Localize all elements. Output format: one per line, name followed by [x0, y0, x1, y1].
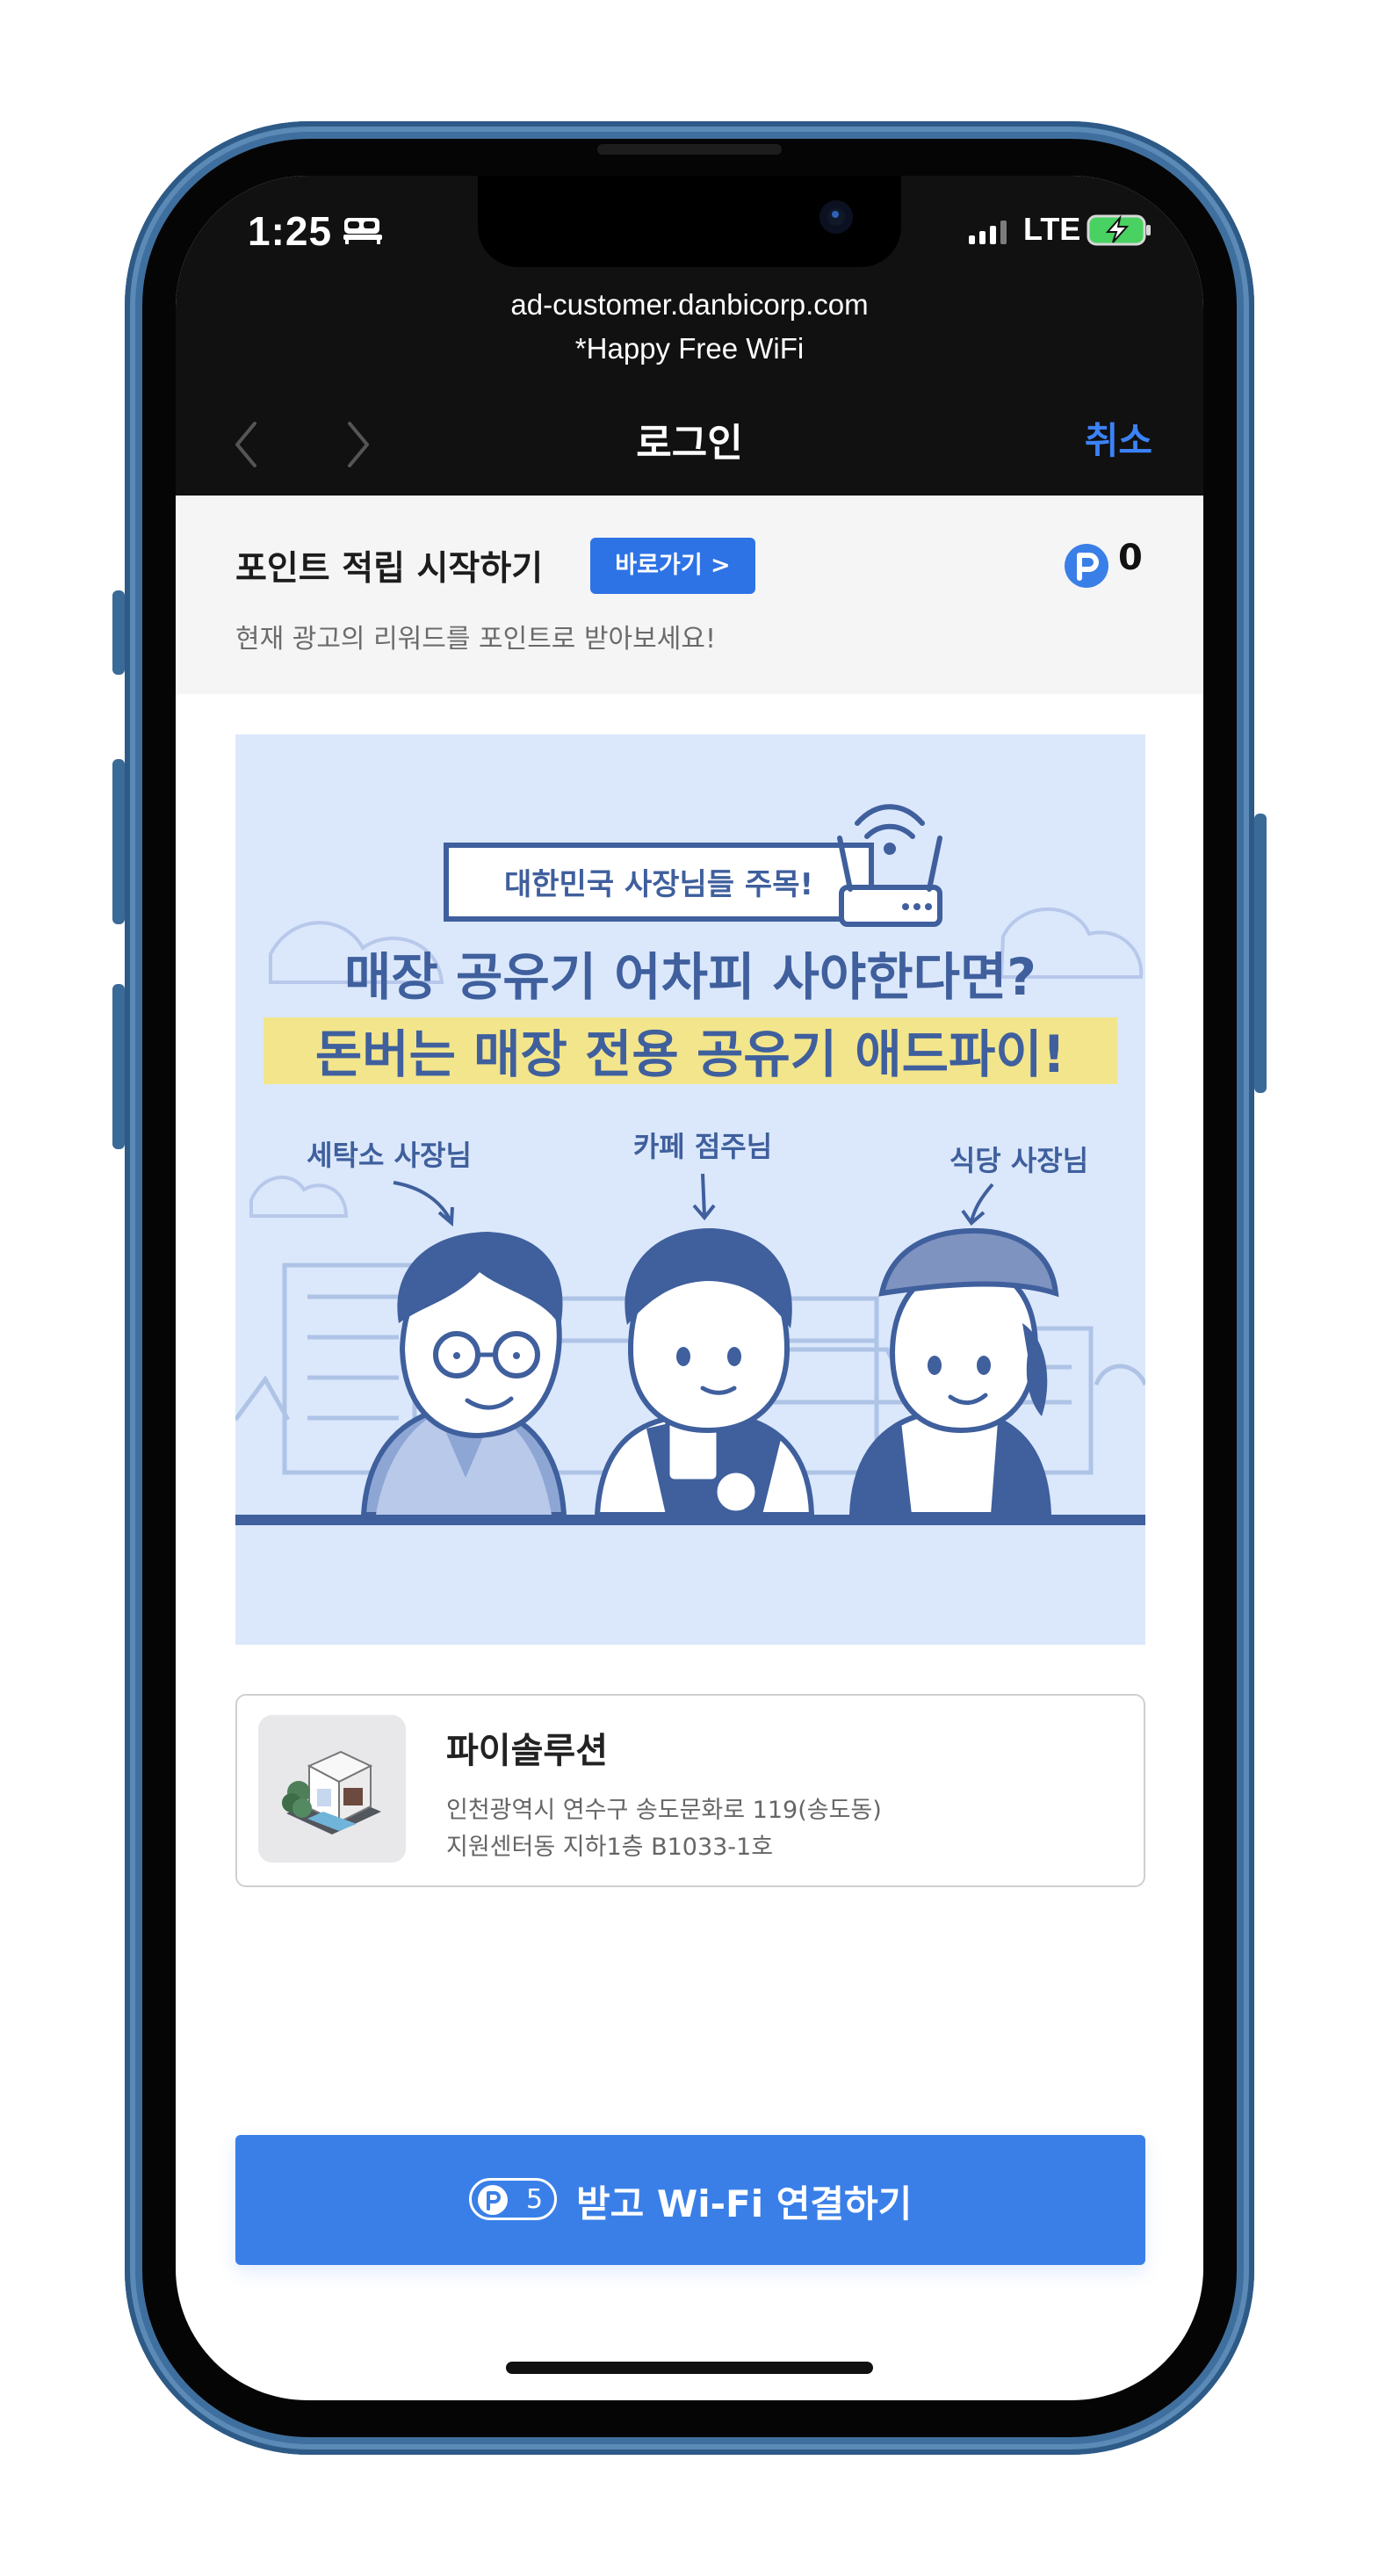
- phone-power-button: [1254, 814, 1267, 1093]
- connect-wifi-button[interactable]: 5 받고 Wi-Fi 연결하기: [235, 2135, 1145, 2265]
- browser-top-bar: 1:25 LTE ad-customer.danbicorp.com *Happ…: [176, 176, 1203, 496]
- points-promo-section: 포인트 적립 시작하기 바로가기 > 0 현재 광고의 리워드를 포인트로 받아…: [176, 496, 1203, 694]
- front-camera: [819, 200, 853, 234]
- wifi-network-name: *Happy Free WiFi: [574, 332, 805, 365]
- store-thumbnail: [258, 1715, 406, 1863]
- banner-headline-1: 매장 공유기 어차피 사야한다면?: [344, 947, 1036, 1007]
- banner-person-1-label: 세탁소 사장님: [307, 1139, 472, 1172]
- battery-charging-icon: [1087, 214, 1151, 246]
- connect-wifi-label: 받고 Wi-Fi 연결하기: [576, 2182, 913, 2225]
- points-title: 포인트 적립 시작하기: [235, 549, 544, 589]
- reward-points-count: 5: [526, 2184, 544, 2215]
- points-subtitle: 현재 광고의 리워드를 포인트로 받아보세요!: [235, 624, 716, 655]
- advertisement-illustration: 대한민국 사장님들 주목! 매장 공유기 어차피 사야한다면? 돈버는 매장 전…: [235, 734, 1145, 1645]
- status-time: 1:25: [248, 208, 333, 254]
- banner-badge: 대한민국 사장님들 주목!: [504, 867, 813, 902]
- phone-speaker: [597, 144, 782, 155]
- store-building-icon: [282, 1750, 381, 1834]
- store-address-line-2: 지원센터동 지하1층 B1033-1호: [446, 1834, 774, 1861]
- banner-headline-2: 돈버는 매장 전용 공유기 애드파이!: [315, 1024, 1065, 1084]
- banner-person-3-label: 식당 사장님: [949, 1144, 1088, 1177]
- banner-person-2-label: 카페 점주님: [633, 1130, 772, 1163]
- point-p-icon: [478, 2185, 508, 2215]
- advertisement-banner[interactable]: 대한민국 사장님들 주목! 매장 공유기 어차피 사야한다면? 돈버는 매장 전…: [235, 734, 1145, 1645]
- signal-icon: [969, 221, 1007, 244]
- store-address-line-1: 인천광역시 연수구 송도문화로 119(송도동): [446, 1797, 882, 1824]
- home-indicator: [506, 2362, 873, 2374]
- reward-points-pill: 5: [469, 2178, 557, 2220]
- phone-volume-down-button: [112, 984, 125, 1149]
- phone-volume-up-button: [112, 759, 125, 924]
- browser-url: ad-customer.danbicorp.com: [510, 288, 869, 321]
- cancel-button[interactable]: 취소: [1085, 411, 1152, 465]
- browser-page-title: 로그인: [636, 421, 743, 466]
- phone-silent-switch: [112, 590, 125, 675]
- phone-notch: [478, 176, 901, 267]
- bed-icon: [343, 218, 382, 244]
- phone-screen: 1:25 LTE ad-customer.danbicorp.com *Happ…: [176, 176, 1203, 2400]
- network-type: LTE: [1023, 211, 1081, 247]
- points-shortcut-button[interactable]: 바로가기 >: [590, 538, 755, 594]
- point-balance: 0: [1118, 538, 1143, 578]
- store-info-card[interactable]: 파이솔루션 인천광역시 연수구 송도문화로 119(송도동) 지원센터동 지하1…: [235, 1694, 1145, 1887]
- point-p-icon: [1065, 544, 1108, 588]
- store-name: 파이솔루션: [446, 1731, 608, 1771]
